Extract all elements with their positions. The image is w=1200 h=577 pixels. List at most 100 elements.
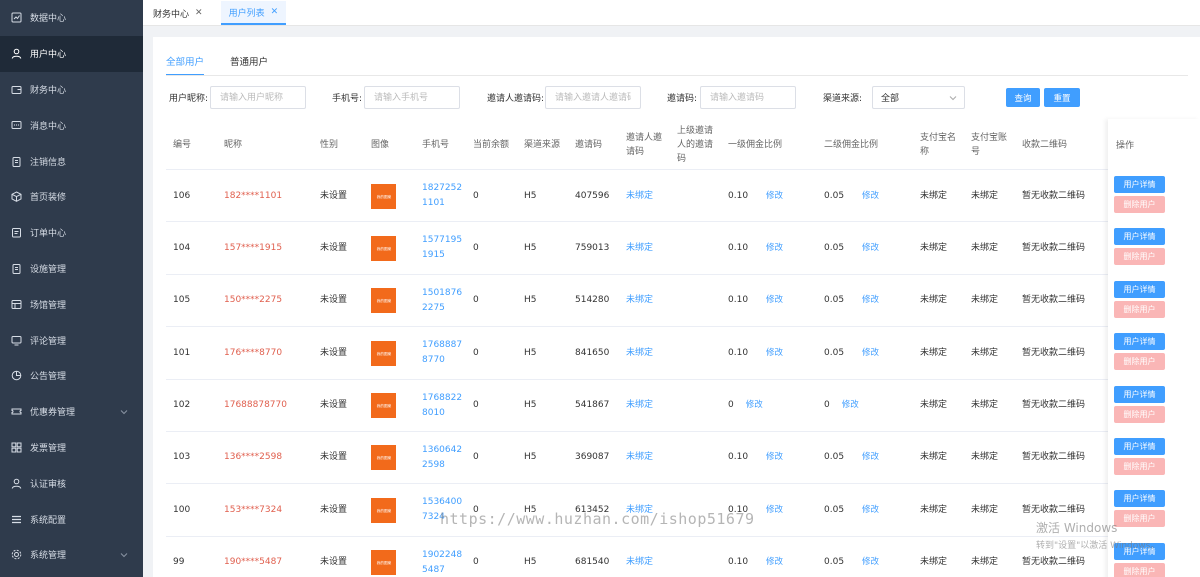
avatar-text: 我的图案: [376, 560, 391, 565]
commission-2-cell: 0.05 修改: [824, 275, 879, 327]
sidebar-item-label: 用户中心: [30, 50, 67, 61]
avatar[interactable]: 我的图案: [371, 550, 396, 576]
user-icon: [11, 478, 22, 489]
cell-inviter[interactable]: 未绑定: [626, 222, 653, 274]
cell-gender: 未设置: [320, 557, 348, 568]
cell-balance: 0: [473, 504, 479, 515]
edit-commission-link[interactable]: 修改: [766, 503, 783, 518]
avatar[interactable]: 我的图案: [371, 288, 396, 314]
user-detail-button[interactable]: 用户详情: [1114, 280, 1165, 298]
sidebar-item-4[interactable]: 注销信息: [0, 143, 143, 179]
divider: [166, 75, 1188, 76]
edit-commission-link[interactable]: 修改: [766, 346, 783, 361]
avatar[interactable]: 我的图案: [371, 340, 396, 366]
edit-commission-link[interactable]: 修改: [862, 503, 879, 518]
user-detail-button[interactable]: 用户详情: [1114, 385, 1165, 403]
phone-input[interactable]: [364, 86, 460, 109]
delete-user-button[interactable]: 删除用户: [1114, 405, 1165, 423]
delete-user-button[interactable]: 删除用户: [1114, 458, 1165, 475]
cell-inviter[interactable]: 未绑定: [626, 327, 653, 379]
pie-icon: [11, 370, 22, 381]
cell-channel: H5: [524, 557, 537, 568]
edit-commission-link[interactable]: 修改: [746, 398, 763, 413]
edit-commission-link[interactable]: 修改: [862, 346, 879, 361]
user-detail-button[interactable]: 用户详情: [1114, 438, 1165, 455]
query-button[interactable]: 查询: [1006, 88, 1040, 107]
sidebar-item-10[interactable]: 公告管理: [0, 358, 143, 394]
edit-commission-link[interactable]: 修改: [766, 241, 783, 256]
cell-alipay-account: 未绑定: [971, 557, 999, 568]
sidebar-item-11[interactable]: 优惠券管理: [0, 394, 143, 430]
inviter-code-input[interactable]: [545, 86, 641, 109]
chart-icon: [11, 12, 22, 23]
commission-value: 0.10: [728, 295, 749, 306]
sidebar-item-14[interactable]: 系统配置: [0, 501, 143, 537]
edit-commission-link[interactable]: 修改: [862, 189, 879, 204]
cell-inviter[interactable]: 未绑定: [626, 484, 653, 536]
delete-user-button[interactable]: 删除用户: [1114, 353, 1165, 371]
th-commission-2: 二级佣金比例: [824, 139, 879, 150]
subtab-all-users[interactable]: 全部用户: [166, 54, 205, 76]
tab-user-list[interactable]: 用户列表 ✕: [220, 1, 287, 25]
cell-inviter[interactable]: 未绑定: [626, 537, 653, 577]
cell-inviter[interactable]: 未绑定: [626, 432, 653, 484]
sidebar-item-9[interactable]: 评论管理: [0, 322, 143, 358]
close-icon[interactable]: ✕: [195, 8, 203, 18]
user-detail-button[interactable]: 用户详情: [1114, 490, 1165, 508]
cell-gender: 未设置: [320, 190, 348, 201]
sidebar-item-6[interactable]: 订单中心: [0, 215, 143, 251]
edit-commission-link[interactable]: 修改: [766, 293, 783, 308]
cell-inviter[interactable]: 未绑定: [626, 170, 653, 222]
user-detail-button[interactable]: 用户详情: [1114, 228, 1165, 246]
avatar[interactable]: 我的图案: [371, 497, 396, 523]
sidebar-item-5[interactable]: 首页装修: [0, 179, 143, 215]
sidebar-item-0[interactable]: 数据中心: [0, 0, 143, 36]
edit-commission-link[interactable]: 修改: [862, 450, 879, 465]
avatar[interactable]: 我的图案: [371, 235, 396, 261]
cell-id: 103: [173, 452, 191, 463]
commission-1-cell: 0 修改: [728, 380, 763, 432]
nickname-input[interactable]: [210, 86, 306, 109]
subtab-normal-users[interactable]: 普通用户: [230, 54, 268, 76]
delete-user-button[interactable]: 删除用户: [1114, 562, 1165, 577]
sidebar-item-7[interactable]: 设施管理: [0, 251, 143, 287]
cell-id: 100: [173, 504, 191, 515]
channel-select[interactable]: 全部: [872, 86, 965, 109]
cell-invite-code: 369087: [575, 452, 610, 463]
edit-commission-link[interactable]: 修改: [766, 450, 783, 465]
reset-button[interactable]: 重置: [1044, 88, 1080, 107]
edit-commission-link[interactable]: 修改: [766, 189, 783, 204]
close-icon[interactable]: ✕: [271, 7, 279, 17]
cell-inviter[interactable]: 未绑定: [626, 380, 653, 432]
user-detail-button[interactable]: 用户详情: [1114, 542, 1165, 560]
sidebar-item-3[interactable]: 消息中心: [0, 107, 143, 143]
user-detail-button[interactable]: 用户详情: [1114, 176, 1165, 193]
sidebar-item-2[interactable]: 财务中心: [0, 72, 143, 108]
delete-user-button[interactable]: 删除用户: [1114, 510, 1165, 528]
edit-commission-link[interactable]: 修改: [842, 398, 859, 413]
delete-user-button[interactable]: 删除用户: [1114, 196, 1165, 213]
edit-commission-link[interactable]: 修改: [862, 555, 879, 570]
cell-inviter[interactable]: 未绑定: [626, 275, 653, 327]
sidebar-item-13[interactable]: 认证审核: [0, 465, 143, 501]
sidebar-item-8[interactable]: 场馆管理: [0, 286, 143, 322]
invite-code-input[interactable]: [700, 86, 796, 109]
user-detail-button[interactable]: 用户详情: [1114, 333, 1165, 351]
phone-line-1: 1360642: [422, 444, 463, 455]
sidebar-item-1[interactable]: 用户中心: [0, 35, 143, 72]
delete-user-button[interactable]: 删除用户: [1114, 248, 1165, 266]
commission-value: 0.10: [728, 242, 749, 253]
cell-nickname: 150****2275: [224, 295, 283, 306]
edit-commission-link[interactable]: 修改: [862, 293, 879, 308]
tab-finance-center[interactable]: 财务中心 ✕: [145, 1, 211, 25]
edit-commission-link[interactable]: 修改: [862, 241, 879, 256]
commission-value: 0.10: [728, 557, 749, 568]
sidebar-item-12[interactable]: 发票管理: [0, 430, 143, 466]
sidebar-item-15[interactable]: 系统管理: [0, 537, 143, 573]
avatar[interactable]: 我的图案: [371, 445, 396, 471]
avatar[interactable]: 我的图案: [371, 183, 396, 209]
avatar[interactable]: 我的图案: [371, 393, 396, 419]
phone-line-1: 1827252: [422, 183, 463, 193]
edit-commission-link[interactable]: 修改: [766, 555, 783, 570]
delete-user-button[interactable]: 删除用户: [1114, 300, 1165, 318]
